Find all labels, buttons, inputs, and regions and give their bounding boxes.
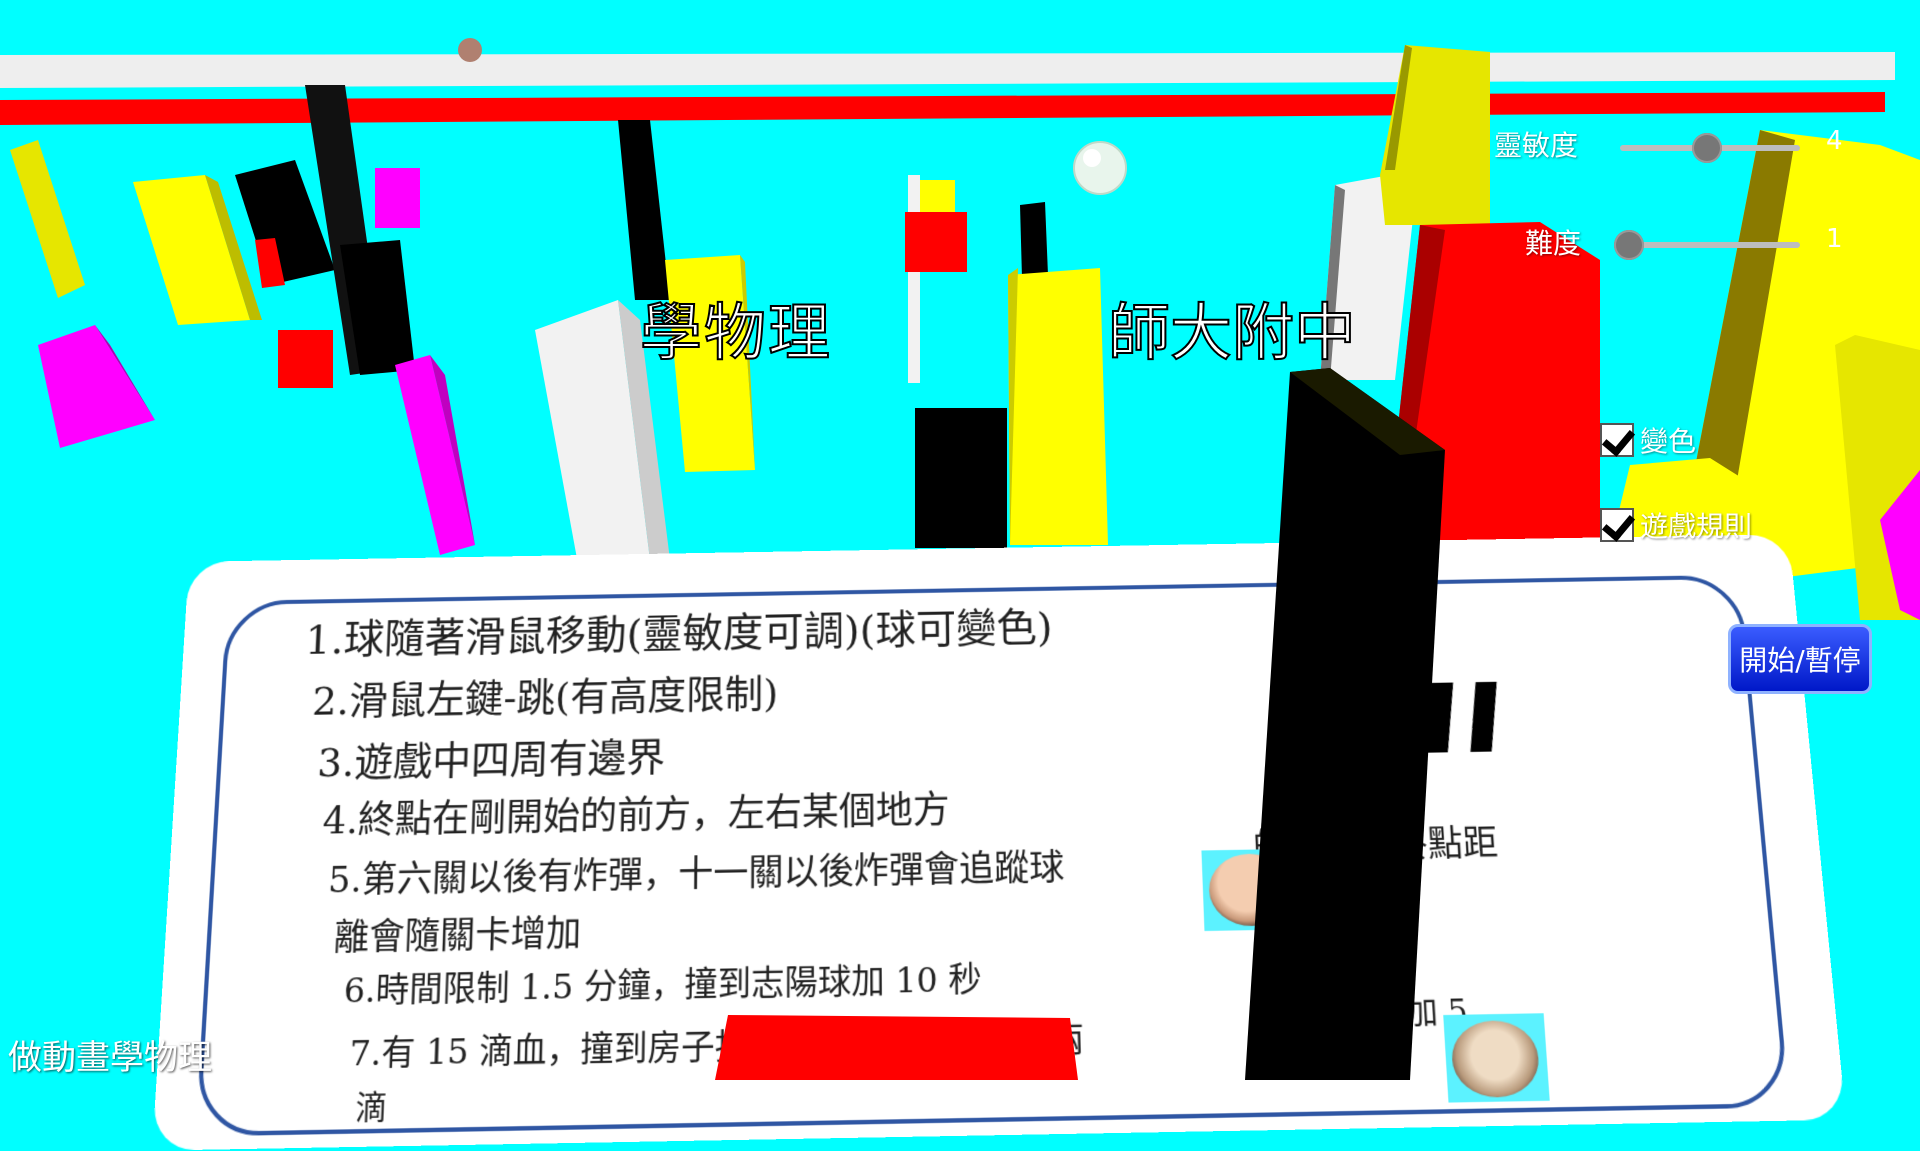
rule-5-part-c: 離會隨關卡增加 <box>332 912 582 960</box>
sensitivity-label: 靈敏度 <box>1494 129 1579 162</box>
zhiyang-face-icon <box>1207 853 1294 927</box>
color-change-option[interactable]: 變色 <box>1600 420 1696 460</box>
black-pillar <box>1020 202 1048 278</box>
sensitivity-value: 4 <box>1826 126 1843 156</box>
player-ball <box>1073 141 1127 195</box>
finish-flag-icon <box>1381 681 1520 754</box>
bonus-ball-face <box>458 38 482 62</box>
rule-3: 3.遊戲中四周有邊界 <box>316 734 666 786</box>
player-ball-shine <box>1083 149 1101 167</box>
difficulty-label: 難度 <box>1525 227 1582 260</box>
red-block <box>278 330 333 388</box>
scene-title-left: 學物理 <box>639 295 833 370</box>
rule-7-part-b: 撞到阿寶球加 5 <box>1248 992 1469 1035</box>
rules-label: 遊戲規則 <box>1640 510 1753 543</box>
difficulty-value: 1 <box>1826 224 1843 254</box>
footer-label: 做動畫學物理 <box>8 1038 212 1078</box>
color-change-label: 變色 <box>1640 425 1697 458</box>
zhiyang-ball-image <box>1201 848 1300 932</box>
magenta-block <box>375 168 420 228</box>
rule-4: 4.終點在剛開始的前方，左右某個地方 <box>321 789 951 844</box>
yellow-block <box>920 180 955 212</box>
rules-option[interactable]: 遊戲規則 <box>1600 505 1752 545</box>
yellow-pillar <box>1008 268 1108 545</box>
sensitivity-slider[interactable] <box>1620 133 1800 163</box>
red-block <box>905 212 967 272</box>
color-change-checkbox[interactable] <box>1600 423 1634 457</box>
rule-2: 2.滑鼠左鍵-跳(有高度限制) <box>311 670 779 725</box>
white-thin-pillar <box>908 175 920 383</box>
abao-ball-image <box>1443 1013 1550 1103</box>
sensitivity-slider-thumb[interactable] <box>1691 133 1722 163</box>
black-block <box>915 408 1007 548</box>
difficulty-slider-thumb[interactable] <box>1614 230 1644 260</box>
rule-7-part-c: 滴 <box>354 1088 388 1129</box>
difficulty-slider[interactable] <box>1614 230 1800 260</box>
rules-panel: 1.球隨著滑鼠移動(靈敏度可調)(球可變色) 2.滑鼠左鍵-跳(有高度限制) 3… <box>152 534 1847 1151</box>
abao-face-icon <box>1449 1019 1541 1099</box>
start-pause-button[interactable]: 開始/暫停 <box>1728 624 1872 694</box>
scene-title-right: 師大附中 <box>1107 295 1357 370</box>
rules-checkbox[interactable] <box>1600 508 1634 542</box>
